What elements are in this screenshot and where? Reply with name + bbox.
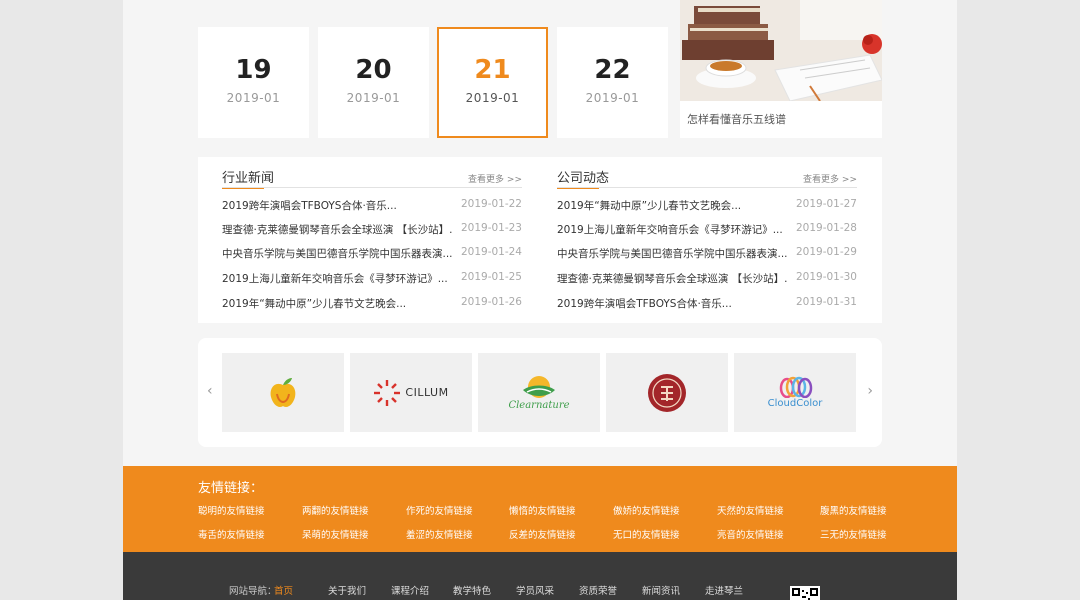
footer-nav-courses[interactable]: 课程介绍 (391, 583, 429, 597)
clearnature-logo[interactable]: Clearnature (478, 353, 600, 432)
cloudcolor-logo-text: CloudColor (767, 398, 823, 409)
featured-caption[interactable]: 怎样看懂音乐五线谱 (680, 101, 882, 137)
cillum-logo-text: CILLUM (405, 386, 449, 399)
industry-news-title: 行业新闻 (222, 167, 274, 189)
qr-code-icon (790, 586, 820, 600)
color-rings-icon (779, 376, 813, 398)
seal-logo[interactable] (606, 353, 728, 432)
page: 19 2019-01 20 2019-01 21 2019-01 22 2019… (123, 0, 957, 600)
news-item-date: 2019-01-28 (795, 222, 857, 234)
date-month: 2019-01 (226, 91, 281, 105)
news-item-date: 2019-01-25 (460, 271, 522, 283)
featured-photo (680, 0, 882, 101)
carousel-next-icon[interactable]: › (867, 383, 873, 399)
date-month: 2019-01 (465, 91, 520, 105)
news-item-date: 2019-01-23 (460, 222, 522, 234)
friend-link[interactable]: 毒舌的友情链接 (198, 527, 265, 541)
news-item-date: 2019-01-26 (460, 296, 522, 308)
friend-link[interactable]: 亮音的友情链接 (717, 527, 784, 541)
footer-nav-about[interactable]: 关于我们 (328, 583, 366, 597)
footer-nav-home[interactable]: 首页 (274, 583, 293, 597)
industry-news-column: 行业新闻 查看更多 >> 2019跨年演唱会TFBOYS合体·音乐... 2019… (222, 157, 522, 323)
date-month: 2019-01 (346, 91, 401, 105)
news-item-title: 2019年“舞动中原”少儿春节文艺晚会... (557, 200, 742, 212)
apple-icon (270, 377, 296, 407)
company-news-column: 公司动态 查看更多 >> 2019年“舞动中原”少儿春节文艺晚会... 2019-… (557, 157, 857, 323)
company-news-title: 公司动态 (557, 167, 609, 189)
news-item-date: 2019-01-22 (460, 198, 522, 210)
news-item[interactable]: 2019跨年演唱会TFBOYS合体·音乐... 2019-01-31 (557, 296, 857, 314)
friend-link[interactable]: 羞涩的友情链接 (406, 527, 473, 541)
cloudcolor-logo[interactable]: CloudColor (734, 353, 856, 432)
news-item[interactable]: 理查德·克莱德曼钢琴音乐会全球巡演 【长沙站】... 2019-01-30 (557, 271, 857, 289)
cillum-logo[interactable]: CILLUM (350, 353, 472, 432)
news-item-date: 2019-01-29 (795, 246, 857, 258)
news-item[interactable]: 理查德·克莱德曼钢琴音乐会全球巡演 【长沙站】... 2019-01-23 (222, 222, 522, 240)
books-tea-illustration (680, 0, 882, 101)
friend-link[interactable]: 懒惰的友情链接 (509, 503, 576, 517)
news-item-date: 2019-01-31 (795, 296, 857, 308)
news-item-title: 理查德·克莱德曼钢琴音乐会全球巡演 【长沙站】... (222, 224, 452, 236)
seal-icon (648, 373, 686, 412)
footer: 网站导航： 首页 关于我们 课程介绍 教学特色 学员风采 资质荣誉 新闻资讯 走… (123, 552, 957, 600)
news-panel: 行业新闻 查看更多 >> 2019跨年演唱会TFBOYS合体·音乐... 2019… (198, 157, 882, 323)
friend-link[interactable]: 天然的友情链接 (717, 503, 784, 517)
news-item-title: 理查德·克莱德曼钢琴音乐会全球巡演 【长沙站】... (557, 273, 787, 285)
news-item-title: 中央音乐学院与美国巴德音乐学院中国乐器表演... (557, 248, 787, 260)
news-item[interactable]: 2019年“舞动中原”少儿春节文艺晚会... 2019-01-27 (557, 198, 857, 216)
date-card-20[interactable]: 20 2019-01 (318, 27, 429, 138)
date-card-19[interactable]: 19 2019-01 (198, 27, 309, 138)
friend-link[interactable]: 三无的友情链接 (820, 527, 887, 541)
carousel-prev-icon[interactable]: ‹ (207, 383, 213, 399)
friend-link[interactable]: 聪明的友情链接 (198, 503, 265, 517)
sunburst-icon (374, 379, 401, 406)
friend-link[interactable]: 呆萌的友情链接 (302, 527, 369, 541)
friend-link[interactable]: 反差的友情链接 (509, 527, 576, 541)
news-item[interactable]: 2019上海儿童新年交响音乐会《寻梦环游记》... 2019-01-25 (222, 271, 522, 289)
friend-link[interactable]: 两翻的友情链接 (302, 503, 369, 517)
news-item-date: 2019-01-30 (795, 271, 857, 283)
divider (557, 187, 857, 188)
news-item[interactable]: 2019年“舞动中原”少儿春节文艺晚会... 2019-01-26 (222, 296, 522, 314)
date-day: 22 (594, 55, 631, 85)
friend-link[interactable]: 作死的友情链接 (406, 503, 473, 517)
footer-nav-features[interactable]: 教学特色 (453, 583, 491, 597)
footer-nav-honors[interactable]: 资质荣誉 (579, 583, 617, 597)
news-item-date: 2019-01-27 (795, 198, 857, 210)
date-card-21-active[interactable]: 21 2019-01 (437, 27, 548, 138)
divider (222, 187, 522, 188)
friend-links-section: 友情链接： 聪明的友情链接 两翻的友情链接 作死的友情链接 懒惰的友情链接 傲娇… (123, 466, 957, 552)
footer-nav-visit[interactable]: 走进琴兰 (705, 583, 743, 597)
date-day: 19 (235, 55, 272, 85)
news-item-title: 2019跨年演唱会TFBOYS合体·音乐... (222, 200, 397, 212)
date-month: 2019-01 (585, 91, 640, 105)
friend-link[interactable]: 傲娇的友情链接 (613, 503, 680, 517)
footer-nav-students[interactable]: 学员风采 (516, 583, 554, 597)
news-item-title: 2019跨年演唱会TFBOYS合体·音乐... (557, 298, 732, 310)
apple-logo[interactable] (222, 353, 344, 432)
news-item[interactable]: 中央音乐学院与美国巴德音乐学院中国乐器表演... 2019-01-29 (557, 246, 857, 264)
news-item-title: 2019年“舞动中原”少儿春节文艺晚会... (222, 298, 407, 310)
news-item-date: 2019-01-24 (460, 246, 522, 258)
date-day: 21 (474, 55, 511, 85)
featured-article-card[interactable]: 怎样看懂音乐五线谱 (680, 0, 882, 138)
company-news-more-link[interactable]: 查看更多 >> (803, 172, 857, 185)
footer-nav-label: 网站导航： (229, 586, 277, 597)
friend-link[interactable]: 无口的友情链接 (613, 527, 680, 541)
news-item[interactable]: 2019上海儿童新年交响音乐会《寻梦环游记》... 2019-01-28 (557, 222, 857, 240)
date-card-22[interactable]: 22 2019-01 (557, 27, 668, 138)
news-item-title: 2019上海儿童新年交响音乐会《寻梦环游记》... (557, 224, 783, 236)
news-item-title: 2019上海儿童新年交响音乐会《寻梦环游记》... (222, 273, 448, 285)
friend-links-title: 友情链接： (198, 481, 264, 496)
news-item[interactable]: 2019跨年演唱会TFBOYS合体·音乐... 2019-01-22 (222, 198, 522, 216)
industry-news-more-link[interactable]: 查看更多 >> (468, 172, 522, 185)
news-item[interactable]: 中央音乐学院与美国巴德音乐学院中国乐器表演... 2019-01-24 (222, 246, 522, 264)
news-item-title: 中央音乐学院与美国巴德音乐学院中国乐器表演... (222, 248, 452, 260)
sunrise-leaf-icon (523, 376, 555, 398)
footer-nav-news[interactable]: 新闻资讯 (642, 583, 680, 597)
date-day: 20 (355, 55, 392, 85)
partner-logo-carousel: ‹ › CILLUM Clearnature CloudColor (198, 338, 882, 447)
clearnature-logo-text: Clearnature (508, 400, 570, 411)
friend-link[interactable]: 腹黑的友情链接 (820, 503, 887, 517)
